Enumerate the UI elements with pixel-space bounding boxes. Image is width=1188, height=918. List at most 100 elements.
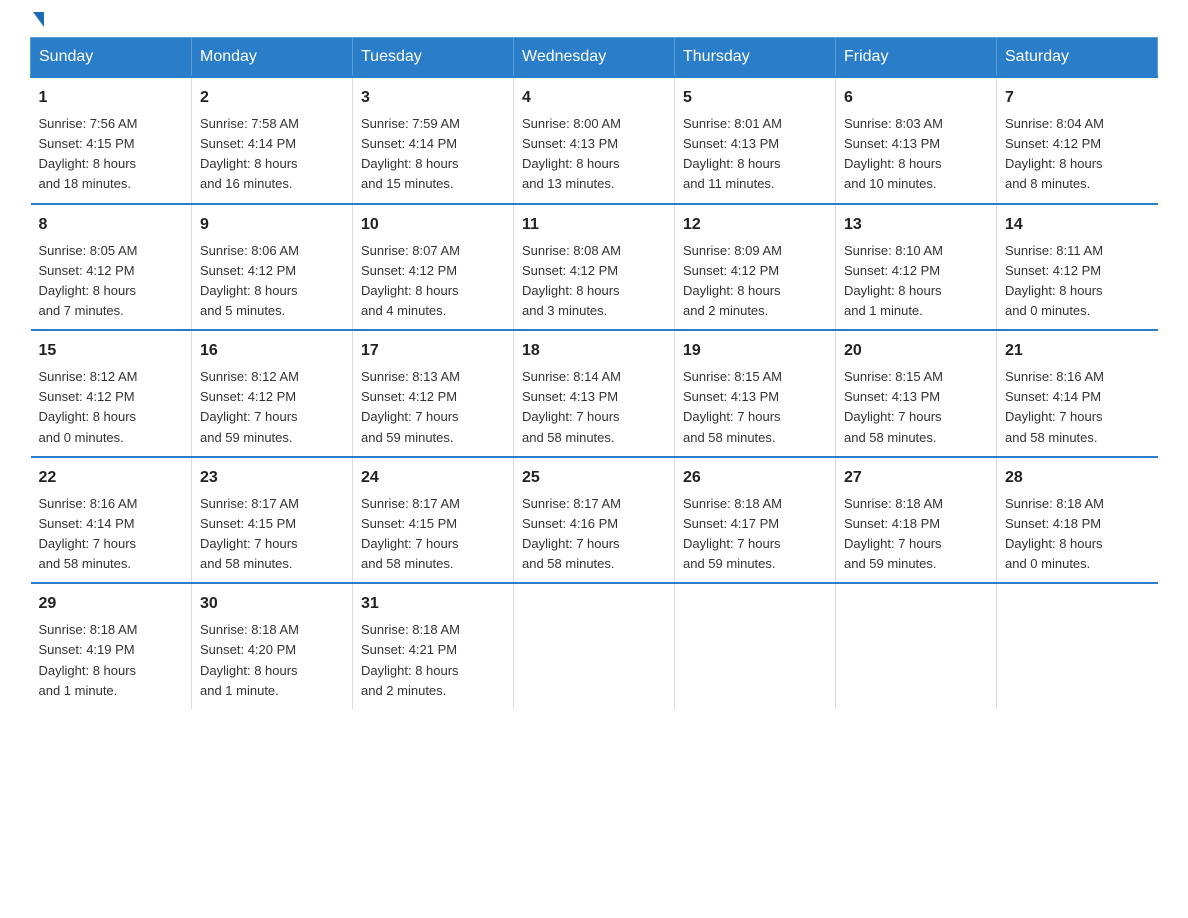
day-info: Sunrise: 7:59 AMSunset: 4:14 PMDaylight:…	[361, 116, 460, 191]
day-number: 6	[844, 86, 988, 110]
day-info: Sunrise: 7:58 AMSunset: 4:14 PMDaylight:…	[200, 116, 299, 191]
day-number: 13	[844, 213, 988, 237]
day-info: Sunrise: 8:17 AMSunset: 4:15 PMDaylight:…	[361, 496, 460, 571]
day-number: 27	[844, 466, 988, 490]
day-info: Sunrise: 8:04 AMSunset: 4:12 PMDaylight:…	[1005, 116, 1104, 191]
day-info: Sunrise: 8:18 AMSunset: 4:20 PMDaylight:…	[200, 622, 299, 697]
day-info: Sunrise: 8:11 AMSunset: 4:12 PMDaylight:…	[1005, 243, 1103, 318]
day-info: Sunrise: 8:18 AMSunset: 4:19 PMDaylight:…	[39, 622, 138, 697]
day-info: Sunrise: 8:18 AMSunset: 4:18 PMDaylight:…	[844, 496, 943, 571]
day-number: 7	[1005, 86, 1150, 110]
calendar-day-cell: 14 Sunrise: 8:11 AMSunset: 4:12 PMDaylig…	[997, 204, 1158, 331]
calendar-day-cell: 23 Sunrise: 8:17 AMSunset: 4:15 PMDaylig…	[192, 457, 353, 584]
calendar-day-cell: 25 Sunrise: 8:17 AMSunset: 4:16 PMDaylig…	[514, 457, 675, 584]
calendar-day-cell: 2 Sunrise: 7:58 AMSunset: 4:14 PMDayligh…	[192, 77, 353, 204]
day-info: Sunrise: 8:17 AMSunset: 4:15 PMDaylight:…	[200, 496, 299, 571]
day-number: 1	[39, 86, 184, 110]
calendar-day-cell: 30 Sunrise: 8:18 AMSunset: 4:20 PMDaylig…	[192, 583, 353, 709]
day-number: 10	[361, 213, 505, 237]
day-of-week-header: Friday	[836, 38, 997, 78]
calendar-week-row: 22 Sunrise: 8:16 AMSunset: 4:14 PMDaylig…	[31, 457, 1158, 584]
day-number: 3	[361, 86, 505, 110]
day-info: Sunrise: 7:56 AMSunset: 4:15 PMDaylight:…	[39, 116, 138, 191]
day-info: Sunrise: 8:16 AMSunset: 4:14 PMDaylight:…	[39, 496, 138, 571]
day-number: 19	[683, 339, 827, 363]
calendar-week-row: 1 Sunrise: 7:56 AMSunset: 4:15 PMDayligh…	[31, 77, 1158, 204]
calendar-week-row: 8 Sunrise: 8:05 AMSunset: 4:12 PMDayligh…	[31, 204, 1158, 331]
calendar-day-cell: 4 Sunrise: 8:00 AMSunset: 4:13 PMDayligh…	[514, 77, 675, 204]
day-info: Sunrise: 8:10 AMSunset: 4:12 PMDaylight:…	[844, 243, 943, 318]
calendar-day-cell: 16 Sunrise: 8:12 AMSunset: 4:12 PMDaylig…	[192, 330, 353, 457]
calendar-week-row: 15 Sunrise: 8:12 AMSunset: 4:12 PMDaylig…	[31, 330, 1158, 457]
calendar-day-cell: 21 Sunrise: 8:16 AMSunset: 4:14 PMDaylig…	[997, 330, 1158, 457]
day-info: Sunrise: 8:07 AMSunset: 4:12 PMDaylight:…	[361, 243, 460, 318]
day-info: Sunrise: 8:18 AMSunset: 4:17 PMDaylight:…	[683, 496, 782, 571]
day-number: 23	[200, 466, 344, 490]
day-info: Sunrise: 8:03 AMSunset: 4:13 PMDaylight:…	[844, 116, 943, 191]
day-number: 25	[522, 466, 666, 490]
page-header	[30, 20, 1158, 27]
logo	[30, 20, 44, 27]
calendar-day-cell: 7 Sunrise: 8:04 AMSunset: 4:12 PMDayligh…	[997, 77, 1158, 204]
calendar-day-cell: 11 Sunrise: 8:08 AMSunset: 4:12 PMDaylig…	[514, 204, 675, 331]
calendar-day-cell: 3 Sunrise: 7:59 AMSunset: 4:14 PMDayligh…	[353, 77, 514, 204]
day-number: 17	[361, 339, 505, 363]
day-info: Sunrise: 8:01 AMSunset: 4:13 PMDaylight:…	[683, 116, 782, 191]
day-info: Sunrise: 8:08 AMSunset: 4:12 PMDaylight:…	[522, 243, 621, 318]
calendar-day-cell: 13 Sunrise: 8:10 AMSunset: 4:12 PMDaylig…	[836, 204, 997, 331]
day-number: 8	[39, 213, 184, 237]
day-number: 15	[39, 339, 184, 363]
day-info: Sunrise: 8:13 AMSunset: 4:12 PMDaylight:…	[361, 369, 460, 444]
day-info: Sunrise: 8:18 AMSunset: 4:18 PMDaylight:…	[1005, 496, 1104, 571]
day-of-week-header: Thursday	[675, 38, 836, 78]
day-number: 26	[683, 466, 827, 490]
day-number: 31	[361, 592, 505, 616]
calendar-day-cell: 9 Sunrise: 8:06 AMSunset: 4:12 PMDayligh…	[192, 204, 353, 331]
day-info: Sunrise: 8:15 AMSunset: 4:13 PMDaylight:…	[683, 369, 782, 444]
calendar-day-cell	[675, 583, 836, 709]
day-number: 11	[522, 213, 666, 237]
day-number: 21	[1005, 339, 1150, 363]
calendar-header-row: SundayMondayTuesdayWednesdayThursdayFrid…	[31, 38, 1158, 78]
calendar-day-cell: 27 Sunrise: 8:18 AMSunset: 4:18 PMDaylig…	[836, 457, 997, 584]
calendar-day-cell: 28 Sunrise: 8:18 AMSunset: 4:18 PMDaylig…	[997, 457, 1158, 584]
calendar-day-cell: 15 Sunrise: 8:12 AMSunset: 4:12 PMDaylig…	[31, 330, 192, 457]
calendar-day-cell: 31 Sunrise: 8:18 AMSunset: 4:21 PMDaylig…	[353, 583, 514, 709]
day-number: 22	[39, 466, 184, 490]
day-of-week-header: Tuesday	[353, 38, 514, 78]
day-number: 18	[522, 339, 666, 363]
calendar-day-cell: 26 Sunrise: 8:18 AMSunset: 4:17 PMDaylig…	[675, 457, 836, 584]
day-number: 9	[200, 213, 344, 237]
day-info: Sunrise: 8:09 AMSunset: 4:12 PMDaylight:…	[683, 243, 782, 318]
day-number: 14	[1005, 213, 1150, 237]
day-number: 24	[361, 466, 505, 490]
day-number: 16	[200, 339, 344, 363]
day-number: 12	[683, 213, 827, 237]
day-info: Sunrise: 8:15 AMSunset: 4:13 PMDaylight:…	[844, 369, 943, 444]
calendar-day-cell: 5 Sunrise: 8:01 AMSunset: 4:13 PMDayligh…	[675, 77, 836, 204]
day-of-week-header: Saturday	[997, 38, 1158, 78]
calendar-day-cell: 18 Sunrise: 8:14 AMSunset: 4:13 PMDaylig…	[514, 330, 675, 457]
day-info: Sunrise: 8:14 AMSunset: 4:13 PMDaylight:…	[522, 369, 621, 444]
calendar-day-cell: 29 Sunrise: 8:18 AMSunset: 4:19 PMDaylig…	[31, 583, 192, 709]
calendar-day-cell: 20 Sunrise: 8:15 AMSunset: 4:13 PMDaylig…	[836, 330, 997, 457]
day-info: Sunrise: 8:12 AMSunset: 4:12 PMDaylight:…	[39, 369, 138, 444]
calendar-day-cell: 19 Sunrise: 8:15 AMSunset: 4:13 PMDaylig…	[675, 330, 836, 457]
calendar-day-cell: 24 Sunrise: 8:17 AMSunset: 4:15 PMDaylig…	[353, 457, 514, 584]
day-number: 5	[683, 86, 827, 110]
calendar-day-cell	[514, 583, 675, 709]
day-info: Sunrise: 8:00 AMSunset: 4:13 PMDaylight:…	[522, 116, 621, 191]
day-number: 30	[200, 592, 344, 616]
calendar-day-cell: 22 Sunrise: 8:16 AMSunset: 4:14 PMDaylig…	[31, 457, 192, 584]
day-info: Sunrise: 8:12 AMSunset: 4:12 PMDaylight:…	[200, 369, 299, 444]
day-number: 2	[200, 86, 344, 110]
day-info: Sunrise: 8:16 AMSunset: 4:14 PMDaylight:…	[1005, 369, 1104, 444]
day-info: Sunrise: 8:06 AMSunset: 4:12 PMDaylight:…	[200, 243, 299, 318]
calendar-day-cell: 1 Sunrise: 7:56 AMSunset: 4:15 PMDayligh…	[31, 77, 192, 204]
calendar-day-cell: 10 Sunrise: 8:07 AMSunset: 4:12 PMDaylig…	[353, 204, 514, 331]
calendar-day-cell	[836, 583, 997, 709]
day-number: 4	[522, 86, 666, 110]
day-number: 20	[844, 339, 988, 363]
calendar-week-row: 29 Sunrise: 8:18 AMSunset: 4:19 PMDaylig…	[31, 583, 1158, 709]
calendar-day-cell	[997, 583, 1158, 709]
